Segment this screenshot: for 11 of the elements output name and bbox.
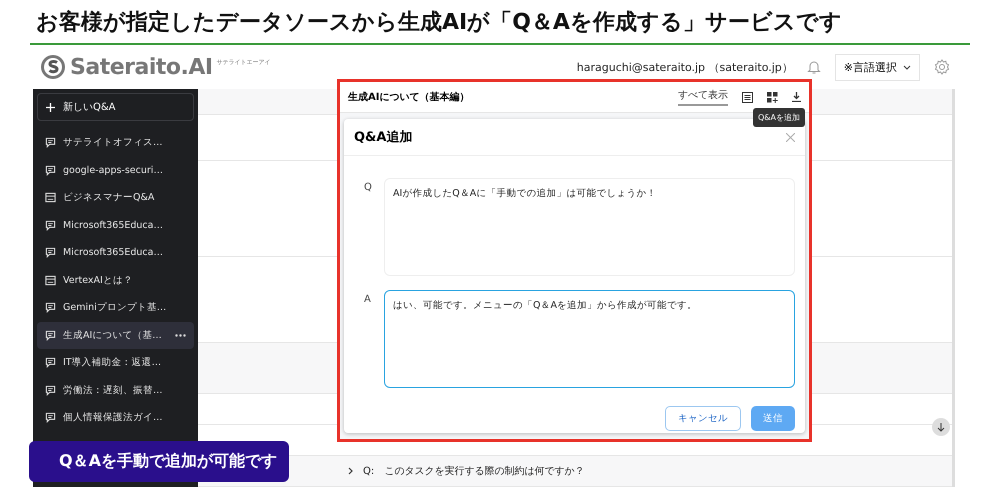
panel-title: 生成AIについて（基本編）	[348, 90, 470, 104]
row-question: このタスクを実行する際の制約は何ですか？	[384, 464, 584, 478]
account-label: haraguchi@sateraito.jp （sateraito.jp）	[576, 60, 793, 74]
row-prefix: Q:	[363, 466, 374, 476]
tooltip: Q&Aを追加	[753, 108, 806, 127]
logo-name: Sateraito.AI	[70, 54, 213, 80]
callout-toast: Q＆Aを手動で追加が可能です	[29, 441, 289, 482]
question-label: Q	[364, 181, 373, 195]
page-headline: お客様が指定したデータソースから生成AIが「Q＆Aを作成する」サービスです	[30, 0, 970, 46]
answer-label: A	[364, 293, 372, 307]
dialog-title: Q&A追加	[354, 129, 412, 146]
